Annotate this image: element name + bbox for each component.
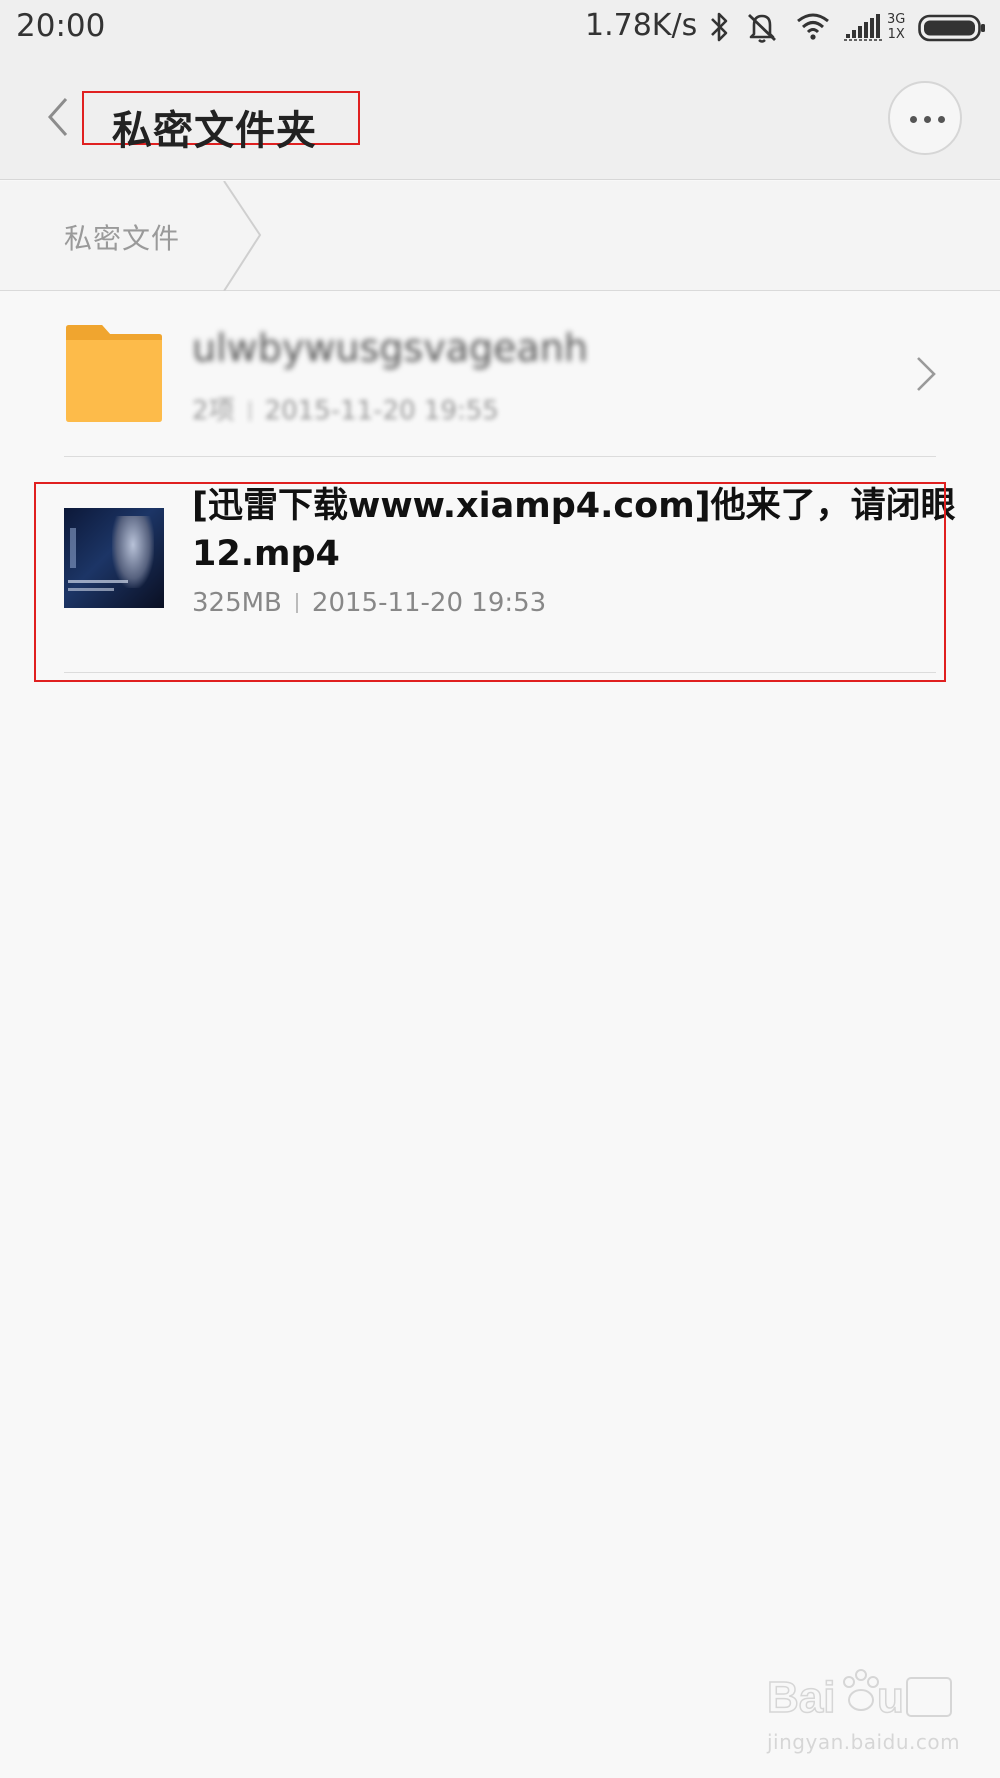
page-title: 私密文件夹 <box>112 108 317 154</box>
more-icon-dot <box>938 116 945 123</box>
folder-icon <box>66 325 162 422</box>
mute-icon <box>748 13 776 43</box>
battery-icon <box>918 14 985 42</box>
network-type-label: 3G 1X <box>887 12 905 42</box>
network-type-bottom: 1X <box>887 27 905 42</box>
status-bar: 20:00 1.78K/s 3G 1X <box>0 0 1000 55</box>
more-icon-dot <box>910 116 917 123</box>
back-icon <box>47 98 68 136</box>
status-time: 20:00 <box>16 8 106 44</box>
bluetooth-icon <box>711 12 728 42</box>
chevron-right-icon <box>917 357 936 391</box>
svg-text:Bai: Bai <box>767 1673 835 1722</box>
wifi-icon <box>797 13 829 40</box>
video-highlight-box <box>34 482 946 682</box>
breadcrumb-separator-icon <box>223 181 262 291</box>
app-header: 私密文件夹 <box>0 55 1000 180</box>
folder-name: ulwbywusgsvageanh <box>192 326 588 370</box>
baidu-jingyan-watermark: Bai u jingyan.baidu.com <box>765 1660 960 1760</box>
svg-text:u: u <box>877 1673 904 1722</box>
title-highlight-box: 私密文件夹 <box>82 91 360 154</box>
breadcrumb-item-private-files[interactable]: 私密文件 <box>64 217 180 257</box>
more-button[interactable] <box>888 81 962 155</box>
folder-item-count: 2项 <box>192 396 235 426</box>
folder-meta: 2项 2015-11-20 19:55 <box>192 390 499 427</box>
more-icon-dot <box>924 116 931 123</box>
signal-icon <box>844 14 882 41</box>
watermark-url: jingyan.baidu.com <box>767 1730 961 1754</box>
network-speed: 1.78K/s <box>585 8 698 43</box>
breadcrumb: 私密文件 <box>0 181 1000 291</box>
folder-date: 2015-11-20 19:55 <box>264 396 499 426</box>
list-item-folder[interactable]: ulwbywusgsvageanh 2项 2015-11-20 19:55 <box>64 292 936 457</box>
back-button[interactable] <box>40 95 80 139</box>
meta-separator <box>248 401 251 421</box>
network-type-top: 3G <box>887 12 906 27</box>
baidu-paw-logo-icon: Bai u <box>766 1669 952 1723</box>
